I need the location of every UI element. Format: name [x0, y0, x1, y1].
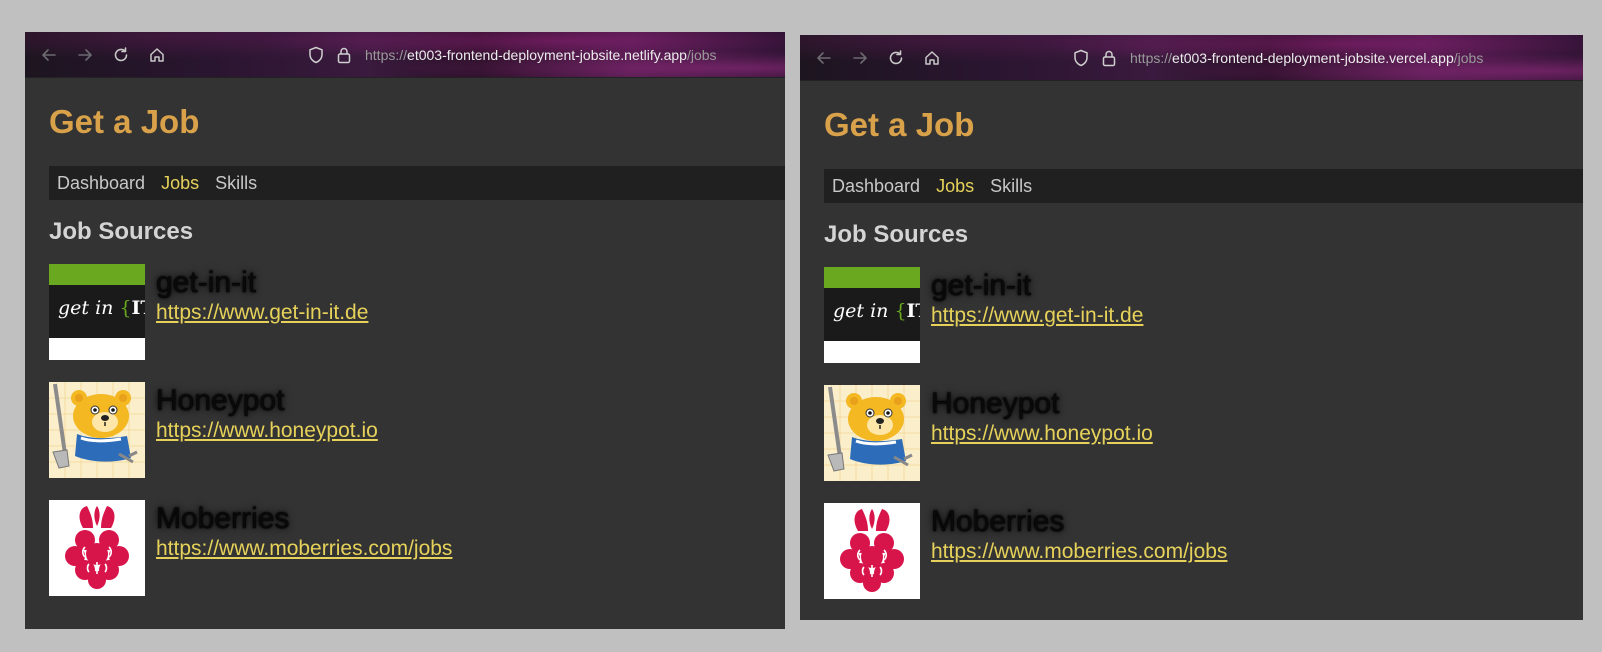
url-scheme: https://	[365, 46, 408, 63]
main-navbar: Dashboard Jobs Skills	[49, 166, 785, 200]
lock-icon[interactable]	[333, 44, 355, 66]
browser-nav-buttons	[806, 40, 950, 76]
list-item: get in {IT} get-in-it https://www.get-in…	[824, 267, 1559, 363]
url-host: et003-frontend-deployment-jobsite.vercel…	[1172, 49, 1454, 66]
list-item: get in {IT} get-in-it https://www.get-in…	[49, 264, 761, 360]
url-path: /jobs	[1453, 49, 1484, 66]
page-content: Get a Job Dashboard Jobs Skills Job Sour…	[800, 81, 1583, 620]
back-arrow-icon[interactable]	[806, 40, 842, 76]
section-title: Job Sources	[49, 218, 194, 245]
moberries-raspberry-logo	[49, 500, 145, 596]
source-link[interactable]: https://www.get-in-it.de	[156, 301, 368, 325]
list-item: Moberries https://www.moberries.com/jobs	[49, 500, 761, 596]
source-link[interactable]: https://www.moberries.com/jobs	[931, 540, 1227, 564]
browser-toolbar: https://et003-frontend-deployment-jobsit…	[800, 35, 1583, 81]
shield-icon[interactable]	[305, 44, 327, 66]
browser-window-right: https://et003-frontend-deployment-jobsit…	[800, 35, 1583, 620]
nav-link-skills[interactable]: Skills	[990, 176, 1032, 197]
nav-link-jobs[interactable]: Jobs	[936, 176, 974, 197]
home-icon[interactable]	[914, 40, 950, 76]
brand-title[interactable]: Get a Job	[49, 102, 761, 142]
get-in-it-logo: get in {IT}	[49, 264, 145, 360]
address-bar[interactable]: https://et003-frontend-deployment-jobsit…	[305, 40, 717, 70]
source-name: Honeypot	[931, 387, 1060, 420]
nav-link-dashboard[interactable]: Dashboard	[832, 176, 920, 197]
get-in-it-logo-text: get in {IT}	[833, 300, 920, 322]
home-icon[interactable]	[139, 37, 175, 73]
list-item: Honeypot https://www.honeypot.io	[824, 385, 1559, 481]
back-arrow-icon[interactable]	[31, 37, 67, 73]
source-name: get-in-it	[156, 266, 257, 299]
source-link[interactable]: https://www.moberries.com/jobs	[156, 537, 452, 561]
honeypot-bear-logo	[49, 382, 145, 478]
source-link[interactable]: https://www.honeypot.io	[931, 422, 1153, 446]
url-text[interactable]: https://et003-frontend-deployment-jobsit…	[365, 47, 717, 63]
page-content: Get a Job Dashboard Jobs Skills Job Sour…	[25, 78, 785, 629]
address-bar[interactable]: https://et003-frontend-deployment-jobsit…	[1070, 43, 1483, 73]
url-text[interactable]: https://et003-frontend-deployment-jobsit…	[1130, 50, 1483, 66]
forward-arrow-icon[interactable]	[842, 40, 878, 76]
browser-toolbar: https://et003-frontend-deployment-jobsit…	[25, 32, 785, 78]
brand-title[interactable]: Get a Job	[824, 105, 1559, 145]
list-item: Moberries https://www.moberries.com/jobs	[824, 503, 1559, 599]
browser-window-left: https://et003-frontend-deployment-jobsit…	[25, 32, 785, 629]
forward-arrow-icon[interactable]	[67, 37, 103, 73]
nav-link-jobs[interactable]: Jobs	[161, 173, 199, 194]
source-name: Honeypot	[156, 384, 285, 417]
source-name: Moberries	[931, 505, 1065, 538]
nav-link-skills[interactable]: Skills	[215, 173, 257, 194]
reload-icon[interactable]	[878, 40, 914, 76]
url-host: et003-frontend-deployment-jobsite.netlif…	[407, 46, 687, 63]
moberries-raspberry-logo	[824, 503, 920, 599]
list-item: Honeypot https://www.honeypot.io	[49, 382, 761, 478]
section-title: Job Sources	[824, 221, 969, 248]
get-in-it-logo-text: get in {IT}	[58, 297, 145, 319]
source-name: get-in-it	[931, 269, 1032, 302]
honeypot-bear-logo	[824, 385, 920, 481]
browser-nav-buttons	[31, 37, 175, 73]
url-path: /jobs	[686, 46, 717, 63]
shield-icon[interactable]	[1070, 47, 1092, 69]
nav-link-dashboard[interactable]: Dashboard	[57, 173, 145, 194]
source-link[interactable]: https://www.honeypot.io	[156, 419, 378, 443]
reload-icon[interactable]	[103, 37, 139, 73]
main-navbar: Dashboard Jobs Skills	[824, 169, 1583, 203]
source-link[interactable]: https://www.get-in-it.de	[931, 304, 1143, 328]
source-name: Moberries	[156, 502, 290, 535]
lock-icon[interactable]	[1098, 47, 1120, 69]
url-scheme: https://	[1130, 49, 1173, 66]
get-in-it-logo: get in {IT}	[824, 267, 920, 363]
